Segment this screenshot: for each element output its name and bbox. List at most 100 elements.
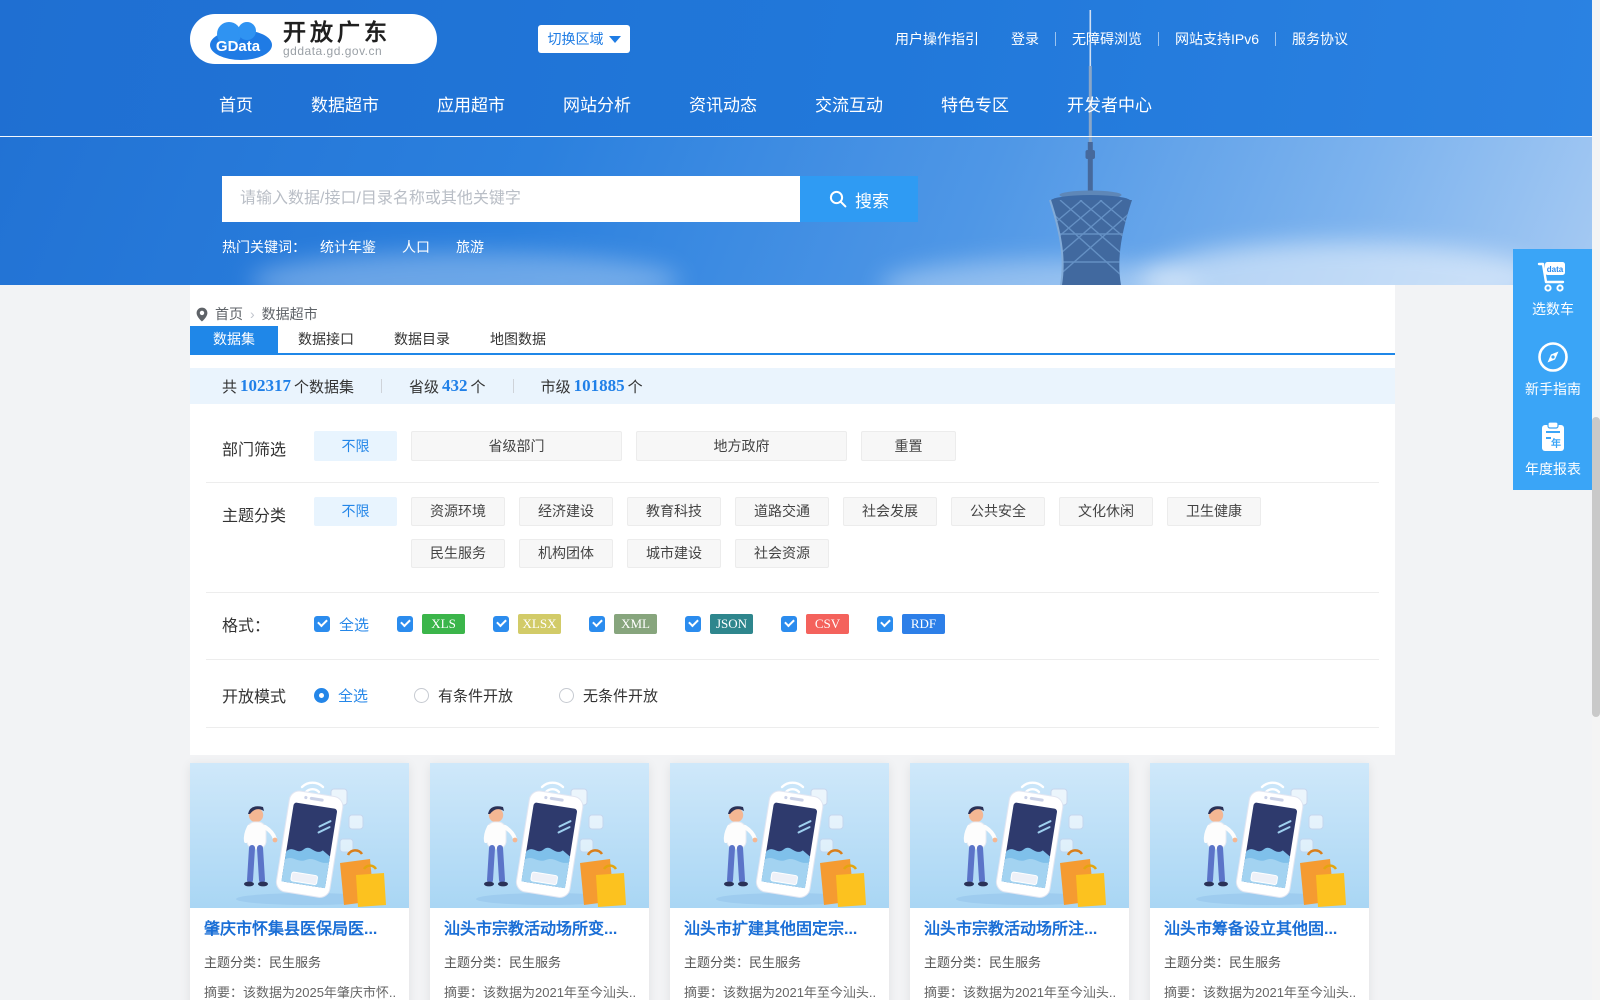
format-select-all-checkbox[interactable] [314,616,330,632]
department-option-local-gov[interactable]: 地方政府 [636,431,847,461]
format-checkbox-xlsx[interactable] [493,616,509,632]
accessibility-link[interactable]: 无障碍浏览 [1072,29,1142,49]
service-agreement-link[interactable]: 服务协议 [1292,29,1348,49]
dataset-title[interactable]: 汕头市宗教活动场所变... [444,919,635,941]
nav-item-special-zone[interactable]: 特色专区 [912,90,1038,122]
cloud [1140,242,1540,285]
dataset-card[interactable]: 汕头市筹备设立其他固... 主题分类：民生服务 摘要：该数据为2021年至今汕头… [1150,763,1369,1000]
search-input[interactable] [222,176,800,222]
hot-keyword-link[interactable]: 统计年鉴 [320,237,376,257]
utility-links: 用户操作指引 登录 无障碍浏览 网站支持IPv6 服务协议 [895,29,1348,49]
topic-option[interactable]: 教育科技 [627,497,721,526]
topic-option[interactable]: 公共安全 [951,497,1045,526]
nav-item-interaction[interactable]: 交流互动 [786,90,912,122]
radio-selected-icon[interactable] [314,688,329,703]
format-checkbox-rdf[interactable] [877,616,893,632]
format-checkbox-xls[interactable] [397,616,413,632]
nav-item-data-market[interactable]: 数据超市 [282,90,408,122]
format-tag-rdf[interactable]: RDF [902,614,945,634]
open-mode-filter-row: 开放模式 全选 有条件开放 无条件开放 [206,660,1379,728]
nav-item-site-analysis[interactable]: 网站分析 [534,90,660,122]
topic-option[interactable]: 机构团体 [519,539,613,568]
ipv6-link[interactable]: 网站支持IPv6 [1175,29,1259,49]
tab-datasets[interactable]: 数据集 [190,326,278,353]
annual-report-button[interactable]: 年 年度报表 [1513,409,1593,489]
content-area: 首页 › 数据超市 数据集 数据接口 数据目录 地图数据 共 102317 个数… [0,285,1600,1000]
format-tag-xlsx[interactable]: XLSX [518,614,561,634]
beginner-guide-button[interactable]: 新手指南 [1513,329,1593,409]
svg-text:data: data [1547,265,1564,274]
dataset-title[interactable]: 肇庆市怀集县医保局医... [204,919,395,941]
dataset-card[interactable]: 肇庆市怀集县医保局医... 主题分类：民生服务 摘要：该数据为2025年肇庆市怀… [190,763,409,1000]
link-divider [1275,32,1276,46]
format-tag-xml[interactable]: XML [614,614,657,634]
link-divider [1158,32,1159,46]
dataset-illustration [1150,763,1369,908]
tab-map-data[interactable]: 地图数据 [470,326,566,353]
site-title: 开放广东 [283,20,391,44]
format-checkbox-csv[interactable] [781,616,797,632]
topic-option[interactable]: 经济建设 [519,497,613,526]
dataset-card[interactable]: 汕头市宗教活动场所变... 主题分类：民生服务 摘要：该数据为2021年至今汕头… [430,763,649,1000]
dataset-category: 民生服务 [1229,955,1281,970]
topic-option[interactable]: 文化休闲 [1059,497,1153,526]
nav-item-home[interactable]: 首页 [190,90,282,122]
user-guide-link[interactable]: 用户操作指引 [895,29,979,49]
hot-keyword-link[interactable]: 旅游 [456,237,484,257]
topic-option[interactable]: 社会发展 [843,497,937,526]
dataset-title[interactable]: 汕头市扩建其他固定宗... [684,919,875,941]
department-option-provincial[interactable]: 省级部门 [411,431,622,461]
gdata-cloud-icon: GData [203,17,273,61]
format-tag-json[interactable]: JSON [710,614,753,634]
scrollbar-thumb[interactable] [1592,417,1600,717]
open-mode-option-all[interactable]: 全选 [314,685,368,706]
login-link[interactable]: 登录 [1011,29,1039,49]
dataset-illustration [430,763,649,908]
format-select-all-label[interactable]: 全选 [339,614,369,635]
data-cart-icon: data [1535,260,1571,294]
tab-catalog[interactable]: 数据目录 [374,326,470,353]
chevron-down-icon [609,36,621,43]
format-checkbox-json[interactable] [685,616,701,632]
topic-filter-row: 主题分类 不限 资源环境 经济建设 教育科技 道路交通 社会发展 公共安全 文化… [206,483,1379,593]
dataset-cards: 肇庆市怀集县医保局医... 主题分类：民生服务 摘要：该数据为2025年肇庆市怀… [190,763,1369,1000]
department-filter-label: 部门筛选 [222,431,314,461]
department-reset-button[interactable]: 重置 [861,431,956,461]
province-datasets-count: 432 [439,376,471,396]
hot-keyword-link[interactable]: 人口 [402,237,430,257]
tab-apis[interactable]: 数据接口 [278,326,374,353]
radio-icon[interactable] [414,688,429,703]
data-market-panel: 首页 › 数据超市 数据集 数据接口 数据目录 地图数据 共 102317 个数… [190,285,1395,755]
format-tag-csv[interactable]: CSV [806,614,849,634]
site-logo[interactable]: GData 开放广东 gddata.gd.gov.cn [190,14,437,64]
open-mode-option-unconditional[interactable]: 无条件开放 [559,685,658,706]
topic-option[interactable]: 卫生健康 [1167,497,1261,526]
dataset-title[interactable]: 汕头市宗教活动场所注... [924,919,1115,941]
stat-divider [513,379,514,393]
dataset-card[interactable]: 汕头市扩建其他固定宗... 主题分类：民生服务 摘要：该数据为2021年至今汕头… [670,763,889,1000]
breadcrumb-home[interactable]: 首页 [215,304,243,324]
topic-option[interactable]: 城市建设 [627,539,721,568]
region-switch-button[interactable]: 切换区域 [538,25,630,53]
nav-item-news[interactable]: 资讯动态 [660,90,786,122]
stat-divider [381,379,382,393]
format-tag-xls[interactable]: XLS [422,614,465,634]
topic-option[interactable]: 资源环境 [411,497,505,526]
dataset-card[interactable]: 汕头市宗教活动场所注... 主题分类：民生服务 摘要：该数据为2021年至今汕头… [910,763,1129,1000]
dataset-illustration [670,763,889,908]
dataset-tabs: 数据集 数据接口 数据目录 地图数据 [190,326,1395,355]
nav-item-developer-center[interactable]: 开发者中心 [1038,90,1181,122]
data-cart-button[interactable]: data 选数车 [1513,249,1593,329]
topic-filter-label: 主题分类 [222,497,314,568]
department-option-all[interactable]: 不限 [314,431,397,461]
nav-item-app-market[interactable]: 应用超市 [408,90,534,122]
topic-option[interactable]: 民生服务 [411,539,505,568]
open-mode-option-conditional[interactable]: 有条件开放 [414,685,513,706]
topic-option[interactable]: 道路交通 [735,497,829,526]
topic-option[interactable]: 社会资源 [735,539,829,568]
topic-option[interactable]: 不限 [314,497,397,526]
radio-icon[interactable] [559,688,574,703]
format-checkbox-xml[interactable] [589,616,605,632]
dataset-title[interactable]: 汕头市筹备设立其他固... [1164,919,1355,941]
search-button[interactable]: 搜索 [800,176,918,222]
